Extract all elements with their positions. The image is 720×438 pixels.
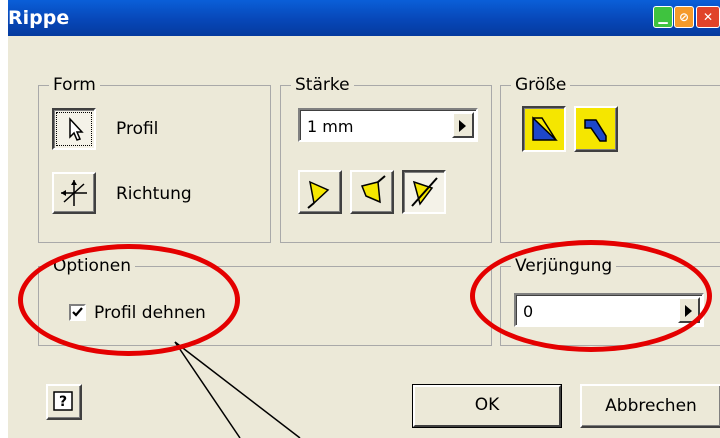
play-arrow-icon	[459, 120, 466, 132]
direction-arrows-icon	[61, 180, 87, 206]
thickness-value: 1 mm	[307, 117, 354, 136]
cancel-label: Abbrechen	[605, 396, 697, 416]
thickness-side1-button[interactable]	[298, 170, 342, 214]
thickness-dropdown-button[interactable]	[452, 112, 474, 138]
window-close-icon[interactable]: ✕	[696, 6, 720, 28]
thickness-symmetric-icon	[411, 177, 438, 207]
thickness-side2-icon	[360, 175, 386, 204]
thickness-group-label: Stärke	[291, 75, 354, 95]
svg-text:?: ?	[59, 394, 67, 410]
ok-label: OK	[474, 395, 500, 415]
thickness-side1-icon	[307, 180, 330, 209]
cancel-button[interactable]: Abbrechen	[580, 384, 720, 428]
direction-button[interactable]	[52, 172, 96, 214]
taper-value: 0	[523, 302, 534, 321]
size-finite-button[interactable]	[574, 106, 618, 152]
taper-input[interactable]: 0	[514, 293, 704, 327]
rib-dialog: Rippe ▁ ⊘ ✕ Form Profil Richtung Stärke …	[8, 0, 720, 438]
profile-label: Profil	[116, 119, 159, 139]
window-pin-icon[interactable]: ⊘	[674, 6, 694, 28]
thickness-symmetric-button[interactable]	[402, 170, 446, 214]
thickness-side2-button[interactable]	[350, 170, 394, 214]
taper-dropdown-button[interactable]	[678, 297, 700, 323]
profile-select-button[interactable]	[52, 108, 96, 150]
thickness-input[interactable]: 1 mm	[298, 108, 478, 142]
extend-profile-checkbox[interactable]	[69, 304, 86, 321]
title-bar[interactable]: Rippe ▁ ⊘ ✕	[8, 0, 720, 36]
check-mark-icon	[72, 307, 83, 317]
window-minimize-icon[interactable]: ▁	[653, 6, 673, 28]
direction-label: Richtung	[116, 184, 192, 204]
taper-group-label: Verjüngung	[511, 256, 617, 276]
size-finite-icon	[584, 119, 607, 142]
help-button[interactable]: ?	[46, 384, 82, 420]
dialog-title: Rippe	[8, 7, 70, 29]
form-group-label: Form	[49, 75, 100, 95]
ok-button[interactable]: OK	[410, 382, 564, 430]
extend-profile-label[interactable]: Profil dehnen	[94, 303, 206, 323]
play-arrow-icon	[685, 305, 692, 317]
size-group-label: Größe	[511, 75, 571, 95]
options-group-label: Optionen	[49, 256, 135, 276]
help-icon: ?	[53, 391, 73, 411]
cursor-arrow-icon	[69, 117, 84, 141]
size-to-next-icon	[532, 116, 558, 141]
size-to-next-button[interactable]	[522, 106, 566, 152]
